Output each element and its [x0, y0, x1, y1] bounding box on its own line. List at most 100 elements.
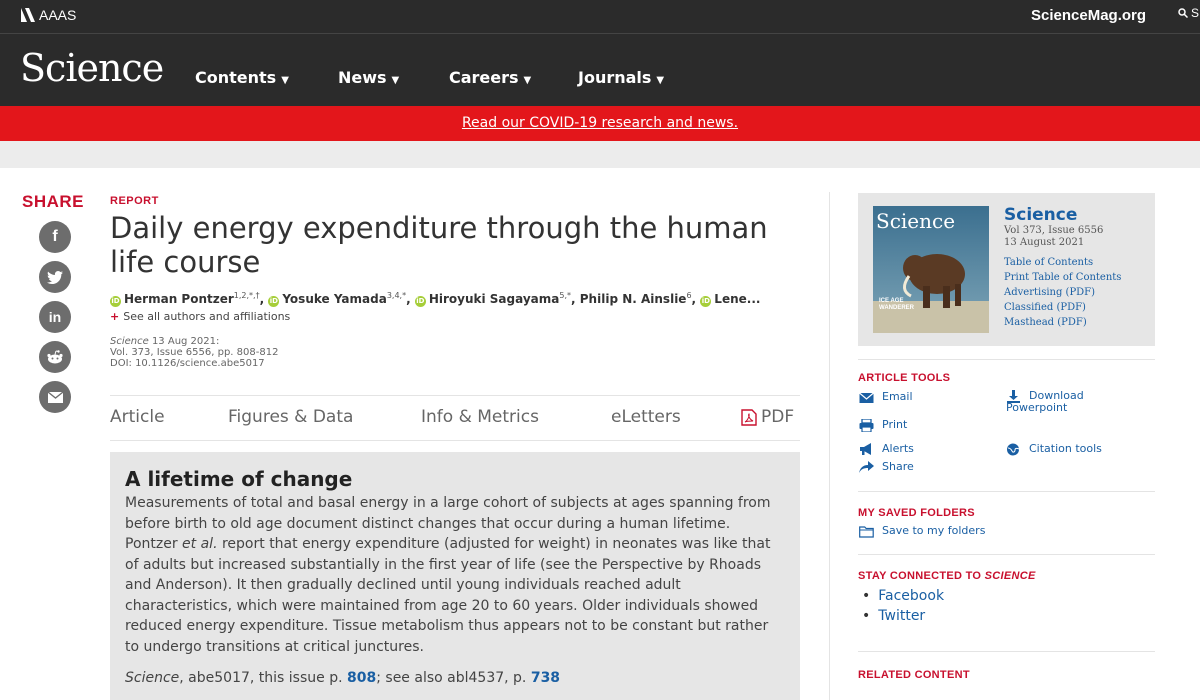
author-name: Hiroyuki Sagayama [428, 292, 560, 306]
classified-pdf-link[interactable]: Classified (PDF) [1004, 300, 1121, 315]
share-linkedin-button[interactable]: in [39, 301, 71, 333]
aaas-top-bar: AAAS ScienceMag.org S [0, 0, 1200, 33]
social-links: Facebook Twitter [862, 586, 944, 626]
masthead-pdf-link[interactable]: Masthead (PDF) [1004, 315, 1121, 330]
envelope-icon [859, 392, 874, 403]
sidebar-divider [858, 491, 1155, 492]
main-nav: Science Contents ▼ News ▼ Careers ▼ Journal… [0, 33, 1200, 106]
ref-journal: Science [125, 670, 180, 686]
tab-article[interactable]: Article [110, 407, 165, 427]
citation-tools[interactable]: Citation tools [1006, 443, 1102, 456]
summary-reference: Science, abe5017, this issue p. 808; see… [125, 668, 785, 689]
nav-contents[interactable]: Contents ▼ [195, 68, 289, 87]
current-issue-box: Science ICE AGE WANDERER Science Vol 373… [858, 193, 1155, 346]
author-item[interactable]: iD Herman Pontzer1,2,*,† [110, 291, 260, 307]
globe-icon [1007, 443, 1020, 456]
summary-text-italic: et al. [182, 536, 218, 552]
issue-links: Table of Contents Print Table of Content… [1004, 255, 1121, 330]
print-tool[interactable]: Print [859, 419, 907, 432]
covid-research-link[interactable]: Read our COVID-19 research and news. [462, 115, 738, 131]
nav-careers[interactable]: Careers ▼ [449, 68, 531, 87]
nav-journals-label: Journals [578, 68, 652, 87]
author-item[interactable]: Philip N. Ainslie6 [580, 291, 692, 306]
save-to-folders-button[interactable]: Save to my folders [859, 525, 985, 538]
facebook-icon: f [52, 228, 58, 245]
sciencemag-link[interactable]: ScienceMag.org [1031, 7, 1146, 24]
chevron-down-icon: ▼ [523, 75, 532, 86]
printer-icon [859, 419, 874, 432]
email-tool-label: Email [882, 390, 913, 403]
linkedin-icon: in [48, 309, 62, 325]
table-of-contents-link[interactable]: Table of Contents [1004, 255, 1121, 270]
aaas-label: AAAS [39, 7, 77, 23]
tab-info-metrics[interactable]: Info & Metrics [421, 407, 539, 427]
top-search[interactable]: S [1178, 6, 1199, 20]
share-twitter-button[interactable] [39, 261, 71, 293]
author-item[interactable]: iD Hiroyuki Sagayama5,* [414, 291, 572, 307]
download-label-line: Powerpoint [1006, 401, 1068, 414]
saved-folders-heading: MY SAVED FOLDERS [858, 507, 975, 519]
citation-doi[interactable]: DOI: 10.1126/science.abe5017 [110, 358, 278, 369]
author-item[interactable]: iD Lene... [700, 292, 760, 307]
citation-tools-label: Citation tools [1029, 442, 1102, 455]
cover-title: Science [876, 209, 955, 233]
tab-eletters[interactable]: eLetters [611, 407, 681, 427]
alerts-tool-label: Alerts [882, 442, 914, 455]
issue-cover-image[interactable]: Science ICE AGE WANDERER [873, 206, 989, 333]
orcid-icon: iD [110, 296, 121, 307]
pdf-icon [741, 408, 757, 426]
tab-pdf[interactable]: PDF [741, 407, 794, 427]
chevron-down-icon: ▼ [656, 75, 665, 86]
stay-heading-prefix: STAY CONNECTED TO [858, 570, 985, 582]
sidebar-divider [858, 554, 1155, 555]
twitter-link[interactable]: Twitter [862, 606, 944, 626]
stay-connected-heading: STAY CONNECTED TO SCIENCE [858, 570, 1036, 582]
author-affiliation-sup: 6 [686, 291, 692, 300]
twitter-icon [47, 270, 63, 284]
share-email-button[interactable] [39, 381, 71, 413]
share-arrow-icon [859, 461, 874, 473]
nav-journals[interactable]: Journals ▼ [578, 68, 664, 87]
author-affiliation-sup: 3,4,* [386, 291, 407, 300]
covid-banner: Read our COVID-19 research and news. [0, 106, 1200, 141]
download-tool-label: Download Powerpoint [1006, 390, 1084, 414]
share-tool[interactable]: Share [859, 461, 914, 474]
plus-icon: + [110, 310, 120, 323]
orcid-icon: iD [414, 296, 426, 307]
share-reddit-button[interactable] [39, 341, 71, 373]
issue-info: Science Vol 373, Issue 6556 13 August 20… [1004, 205, 1121, 330]
citation-volume: Vol. 373, Issue 6556, pp. 808-812 [110, 347, 279, 358]
bullhorn-icon [860, 443, 871, 455]
see-all-authors-link[interactable]: + See all authors and affiliations [110, 310, 290, 323]
issue-journal-name[interactable]: Science [1004, 205, 1121, 225]
editor-summary: A lifetime of change Measurements of tot… [110, 452, 800, 700]
article-title: Daily energy expenditure through the hum… [110, 211, 768, 279]
see-all-label: See all authors and affiliations [123, 310, 291, 323]
ref-page-link[interactable]: 738 [531, 670, 560, 686]
nav-contents-label: Contents [195, 68, 277, 87]
tab-figures-data[interactable]: Figures & Data [228, 407, 353, 427]
aaas-logo[interactable]: AAAS [21, 7, 76, 23]
ref-page-link[interactable]: 808 [347, 670, 376, 686]
science-brand-logo[interactable]: Science [20, 46, 164, 90]
print-toc-link[interactable]: Print Table of Contents [1004, 270, 1121, 285]
stay-heading-journal: SCIENCE [984, 570, 1036, 582]
nav-news[interactable]: News ▼ [338, 68, 399, 87]
author-affiliation-sup: 5,* [559, 291, 572, 300]
orcid-icon: iD [700, 296, 712, 307]
facebook-link[interactable]: Facebook [862, 586, 944, 606]
alerts-tool[interactable]: Alerts [859, 443, 914, 456]
email-tool[interactable]: Email [859, 391, 913, 404]
search-label: S [1191, 6, 1200, 20]
citation-journal: Science [110, 336, 149, 347]
download-powerpoint-tool[interactable]: Download Powerpoint [1006, 390, 1084, 414]
author-affiliation-sup: 1,2,*,† [233, 291, 260, 300]
share-facebook-button[interactable]: f [39, 221, 71, 253]
print-tool-label: Print [882, 418, 908, 431]
reddit-icon [47, 350, 63, 364]
article-type-label: REPORT [110, 195, 159, 207]
advertising-pdf-link[interactable]: Advertising (PDF) [1004, 285, 1121, 300]
author-item[interactable]: iD Yosuke Yamada3,4,* [268, 291, 407, 307]
gray-strip [0, 141, 1200, 168]
chevron-down-icon: ▼ [391, 75, 400, 86]
